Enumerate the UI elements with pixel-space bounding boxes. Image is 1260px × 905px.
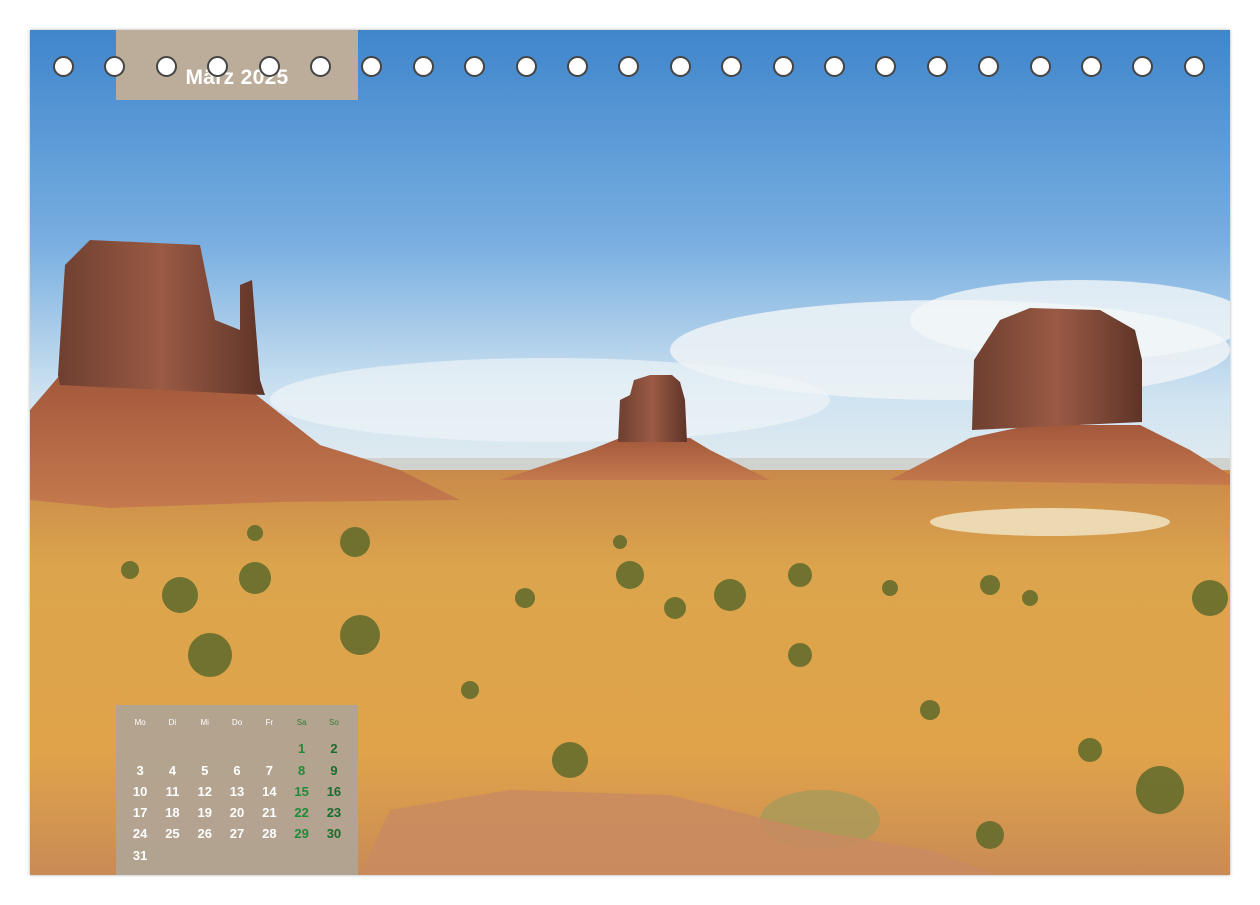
calendar-day: 29 (294, 826, 309, 842)
calendar-day: 22 (294, 805, 309, 821)
binding-hole (1183, 56, 1205, 77)
calendar-day-empty (156, 738, 188, 759)
weekday-label: Di (168, 718, 177, 727)
binding-hole (412, 56, 434, 77)
binding-hole (1081, 56, 1102, 77)
binding-hole (155, 56, 177, 77)
binding-hole (361, 56, 383, 77)
calendar-day-empty (221, 738, 253, 759)
binding-hole (207, 56, 229, 77)
calendar-day: 5 (201, 762, 209, 778)
calendar-day: 31 (132, 847, 148, 863)
calendar-day: 21 (262, 805, 277, 821)
calendar-day: 2 (330, 741, 338, 757)
calendar-day: 6 (233, 762, 241, 778)
binding-hole (1029, 56, 1051, 77)
calendar-day: 15 (294, 783, 309, 799)
calendar-day-empty (253, 738, 285, 759)
calendar-day: 12 (197, 783, 212, 799)
calendar-day: 13 (229, 783, 245, 799)
weekday-label: Fr (265, 718, 274, 727)
binding-hole (926, 56, 948, 77)
spiral-binding (0, 0, 1260, 100)
binding-hole (515, 56, 537, 77)
weekday-label: So (329, 718, 339, 727)
binding-hole (824, 56, 845, 77)
calendar-day: 9 (330, 762, 338, 778)
binding-hole (464, 56, 486, 77)
binding-hole (669, 56, 691, 77)
calendar-day: 1 (298, 741, 306, 757)
calendar-day: 7 (265, 762, 273, 778)
calendar-day: 23 (326, 805, 342, 821)
calendar-day-empty (124, 738, 156, 759)
calendar-day: 18 (165, 805, 180, 821)
binding-hole (258, 56, 280, 77)
binding-hole (1132, 56, 1154, 77)
calendar-day: 16 (326, 783, 342, 799)
calendar-day-empty (189, 845, 221, 866)
binding-hole (721, 56, 743, 77)
binding-hole (978, 56, 1000, 77)
calendar-day: 25 (165, 826, 180, 842)
calendar-day-empty (156, 845, 188, 866)
binding-hole (567, 56, 588, 77)
weekday-label: Mo (134, 718, 146, 727)
binding-hole (104, 56, 126, 77)
binding-hole (875, 56, 897, 77)
calendar-day: 4 (168, 762, 177, 778)
calendar-day: 17 (132, 805, 148, 821)
calendar-day: 3 (136, 762, 144, 778)
calendar-day-empty (189, 738, 221, 759)
calendar-day: 24 (132, 826, 148, 842)
weekday-label: Mi (200, 718, 209, 727)
calendar-day: 27 (229, 826, 245, 842)
weekday-label: Do (231, 718, 243, 727)
binding-hole (53, 56, 74, 77)
calendar-day: 28 (262, 826, 277, 842)
calendar-day: 19 (197, 805, 212, 821)
binding-hole (310, 56, 331, 77)
calendar-day: 20 (229, 805, 245, 821)
calendar-day: 14 (262, 783, 277, 799)
calendar-page: März 2025 Mo Di Mi Do Fr Sa So 1 2 3 4 5 6 7 8 9 10 11 12 1… (30, 30, 1230, 875)
calendar-day-empty (285, 845, 317, 866)
calendar-day: 8 (298, 762, 306, 778)
binding-hole (772, 56, 794, 77)
binding-hole (618, 56, 640, 77)
weekday-label: Sa (296, 718, 307, 727)
calendar-day: 11 (165, 783, 180, 799)
calendar-day: 10 (132, 783, 148, 799)
calendar-day: 30 (326, 826, 342, 842)
month-calendar: Mo Di Mi Do Fr Sa So 1 2 3 4 5 6 7 8 9 10 11 12 13 14 15 16 17 1… (116, 705, 358, 875)
calendar-day-empty (253, 845, 285, 866)
calendar-grid: Mo Di Mi Do Fr Sa So 1 2 3 4 5 6 7 8 9 10 11 12 13 14 15 16 17 1… (124, 717, 350, 866)
calendar-day-empty (318, 845, 350, 866)
calendar-day-empty (221, 845, 253, 866)
calendar-day: 26 (197, 826, 212, 842)
